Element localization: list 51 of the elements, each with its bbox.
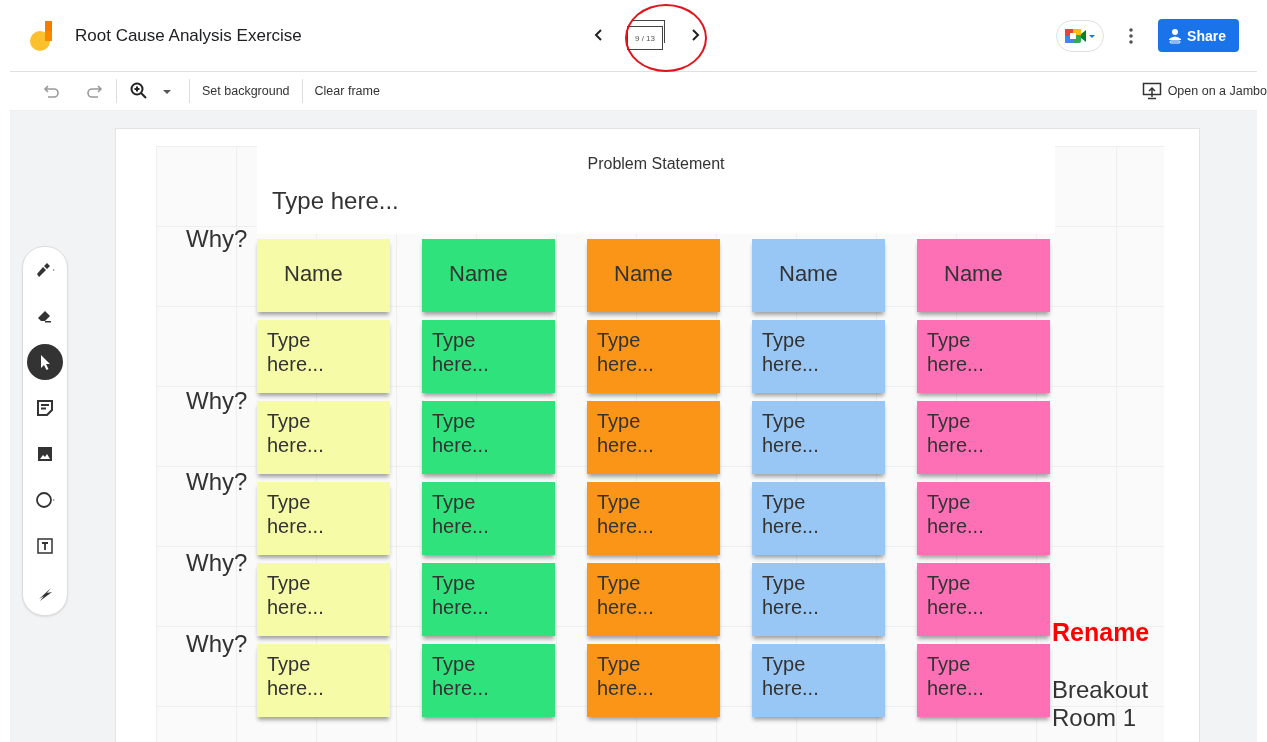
sticky-note[interactable]: Type here... — [422, 482, 555, 555]
sticky-note[interactable]: Type here... — [917, 482, 1050, 555]
sticky-note[interactable]: Type here... — [752, 320, 885, 393]
why-label: Why? — [186, 225, 248, 253]
annotation-text: Rename — [1052, 618, 1150, 646]
sticky-note[interactable]: Name — [752, 239, 885, 312]
sticky-note[interactable]: Name — [917, 239, 1050, 312]
sticky-note[interactable]: Type here... — [917, 563, 1050, 636]
sticky-note[interactable]: Type here... — [257, 320, 390, 393]
sticky-note[interactable]: Name — [587, 239, 720, 312]
sticky-note[interactable]: Type here... — [752, 644, 885, 717]
sticky-note[interactable]: Type here... — [257, 401, 390, 474]
sticky-note[interactable]: Name — [422, 239, 555, 312]
sticky-note[interactable]: Type here... — [587, 320, 720, 393]
select-tool-icon[interactable] — [27, 344, 63, 380]
sticky-note[interactable]: Type here... — [257, 563, 390, 636]
sticky-note[interactable]: Type here... — [752, 401, 885, 474]
sticky-note[interactable]: Type here... — [752, 563, 885, 636]
sticky-note[interactable]: Type here... — [917, 644, 1050, 717]
sticky-note[interactable]: Type here... — [587, 644, 720, 717]
sticky-note[interactable]: Name — [257, 239, 390, 312]
sticky-note[interactable]: Type here... — [422, 644, 555, 717]
open-on-device-button[interactable]: Open on a Jambo — [1141, 82, 1267, 100]
sticky-note[interactable]: Type here... — [422, 563, 555, 636]
problem-statement-card[interactable]: Problem Statement Type here... — [257, 146, 1055, 234]
sticky-note[interactable]: Type here... — [257, 644, 390, 717]
zoom-icon[interactable] — [129, 81, 149, 101]
video-camera-icon — [1063, 26, 1098, 45]
room-label: Breakout Room 1 — [1052, 676, 1150, 732]
video-call-button[interactable] — [1056, 19, 1105, 52]
why-label: Why? — [186, 549, 248, 577]
why-label: Why? — [186, 387, 248, 415]
sticky-note[interactable]: Type here... — [422, 401, 555, 474]
share-button[interactable]: Share — [1158, 19, 1239, 52]
toolbar-button[interactable]: Clear frame — [314, 84, 380, 98]
card-title: Problem Statement — [586, 155, 726, 173]
person-icon — [1168, 27, 1183, 44]
sticky-note[interactable]: Type here... — [917, 320, 1050, 393]
document-title: Root Cause Analysis Exercise — [75, 25, 302, 46]
sticky-note[interactable]: Type here... — [587, 482, 720, 555]
card-text: Type here... — [272, 187, 400, 215]
sticky-note[interactable]: Type here... — [587, 563, 720, 636]
toolbar-button[interactable]: Set background — [202, 84, 290, 98]
sticky-note[interactable]: Type here... — [917, 401, 1050, 474]
sticky-note[interactable]: Type here... — [752, 482, 885, 555]
screen-upload-icon — [1141, 82, 1162, 100]
why-label: Why? — [186, 468, 248, 496]
sticky-note[interactable]: Type here... — [422, 320, 555, 393]
sticky-note[interactable]: Type here... — [587, 401, 720, 474]
why-label: Why? — [186, 630, 248, 658]
sticky-note[interactable]: Type here... — [257, 482, 390, 555]
